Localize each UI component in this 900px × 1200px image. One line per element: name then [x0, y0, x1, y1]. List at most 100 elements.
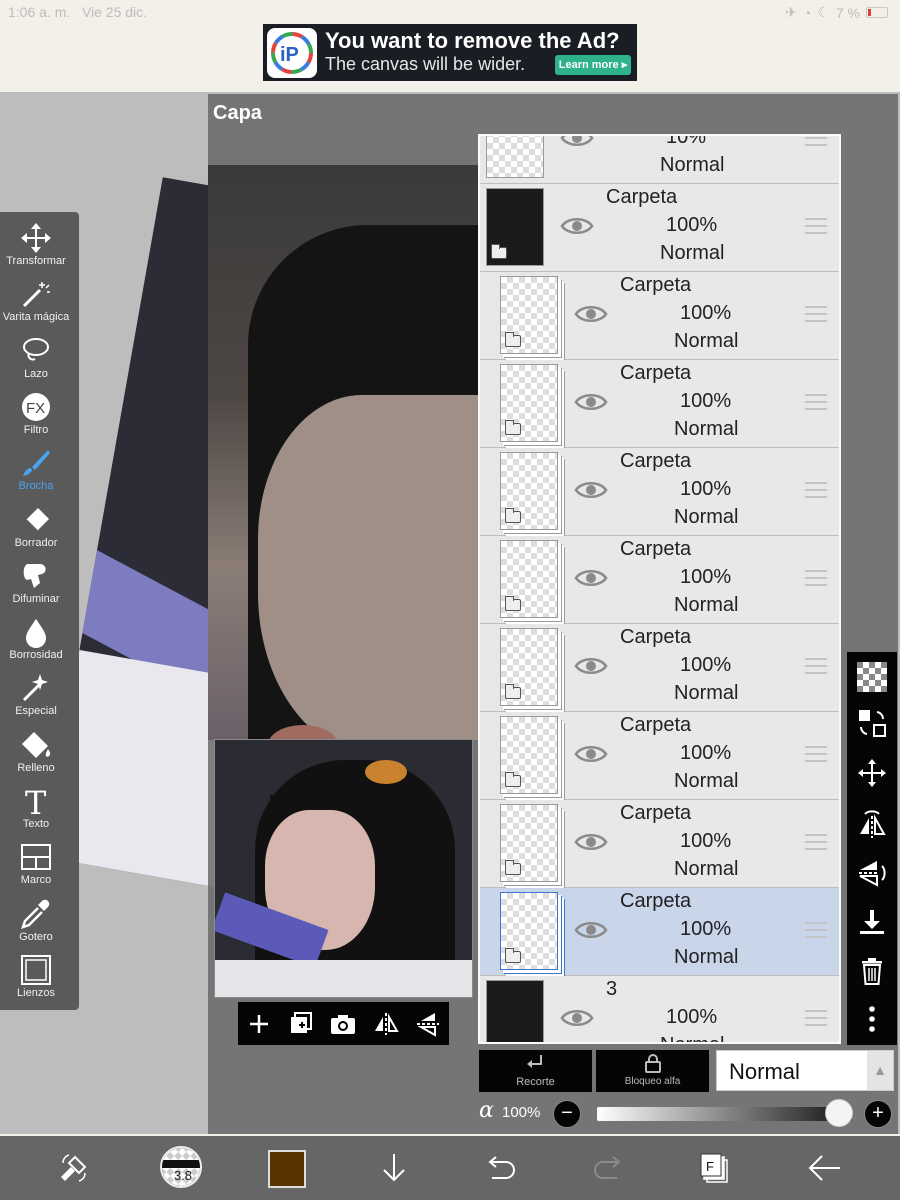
flip-horizontal-button[interactable] — [371, 1009, 401, 1039]
tool-magic-wand[interactable]: Varita mágica — [0, 274, 72, 330]
tool-eyedropper[interactable]: Gotero — [0, 894, 72, 950]
opacity-decrease-button[interactable]: − — [553, 1100, 581, 1128]
canvas-thumbnail-preview[interactable]: @pomi_x.d — [214, 739, 473, 998]
drag-handle-icon[interactable] — [805, 834, 827, 850]
canvas-icon — [21, 954, 51, 985]
eye-icon[interactable] — [574, 390, 608, 414]
eye-icon[interactable] — [574, 918, 608, 942]
blend-mode-select[interactable]: Normal ▲ — [716, 1050, 894, 1091]
eraser-icon — [25, 507, 49, 532]
drag-handle-icon[interactable] — [805, 482, 827, 498]
layer-list[interactable]: 10% Normal Carpeta 100% Normal Carpeta 100% Nor… — [478, 134, 841, 1044]
eye-icon[interactable] — [574, 566, 608, 590]
drag-handle-icon[interactable] — [805, 306, 827, 322]
drag-handle-icon[interactable] — [805, 922, 827, 938]
tool-eraser[interactable]: Borrador — [0, 500, 72, 556]
special-icon — [22, 674, 48, 702]
flip-layer-vertical-button[interactable] — [855, 856, 889, 890]
transparent-fill-button[interactable] — [855, 660, 889, 694]
tool-fx[interactable]: FX Filtro — [0, 387, 72, 443]
layer-blend-mode: Normal — [674, 682, 739, 704]
clipping-button[interactable]: Recorte — [479, 1050, 592, 1092]
tool-fill[interactable]: Relleno — [0, 725, 72, 781]
tool-text[interactable]: T Texto — [0, 781, 72, 837]
eye-icon[interactable] — [574, 742, 608, 766]
more-options-button[interactable] — [855, 1002, 889, 1036]
eye-icon[interactable] — [560, 1006, 594, 1030]
swap-layer-button[interactable] — [855, 706, 889, 740]
delete-layer-button[interactable] — [855, 954, 889, 988]
back-button[interactable] — [804, 1148, 844, 1188]
alpha-lock-button[interactable]: Bloqueo alfa — [596, 1050, 709, 1092]
drag-handle-icon[interactable] — [805, 136, 827, 146]
folder-icon — [491, 244, 507, 259]
tool-blur-drop[interactable]: Borrosidad — [0, 612, 72, 668]
eye-icon[interactable] — [560, 214, 594, 238]
layer-blend-mode: Normal — [674, 946, 739, 968]
battery-icon — [866, 7, 888, 18]
layer-blend-mode: Normal — [674, 506, 739, 528]
layer-row[interactable]: Carpeta 100% Normal — [480, 272, 839, 360]
layer-row[interactable]: 10% Normal — [480, 134, 839, 184]
layer-side-toolbar — [847, 652, 897, 1045]
camera-button[interactable] — [328, 1009, 358, 1039]
tool-label: Marco — [20, 874, 52, 887]
brush-size-button[interactable]: 3.8 — [160, 1146, 202, 1188]
eye-icon[interactable] — [574, 654, 608, 678]
layers-button[interactable]: F — [695, 1148, 735, 1188]
layer-opacity: 100% — [680, 478, 732, 500]
tool-switch-button[interactable] — [54, 1148, 94, 1188]
eye-icon[interactable] — [574, 302, 608, 326]
flip-layer-horizontal-button[interactable] — [855, 806, 889, 840]
eye-icon[interactable] — [574, 830, 608, 854]
layer-row-selected[interactable]: Carpeta 100% Normal — [480, 888, 839, 976]
svg-text:iP: iP — [280, 44, 299, 66]
add-layer-button[interactable] — [244, 1009, 274, 1039]
tool-smudge[interactable]: Difuminar — [0, 556, 72, 612]
tool-special[interactable]: Especial — [0, 668, 72, 724]
layer-row[interactable]: Carpeta 100% Normal — [480, 712, 839, 800]
flip-layer-vertical-icon — [859, 861, 886, 887]
layer-down-button[interactable] — [374, 1148, 414, 1188]
layer-row[interactable]: Carpeta 100% Normal — [480, 536, 839, 624]
tool-lasso[interactable]: Lazo — [0, 331, 72, 387]
ad-subline: The canvas will be wider. — [325, 54, 526, 74]
tool-move[interactable]: Transformar — [0, 218, 72, 274]
drag-handle-icon[interactable] — [805, 746, 827, 762]
eye-icon[interactable] — [560, 134, 594, 150]
layer-row[interactable]: Carpeta 100% Normal — [480, 624, 839, 712]
duplicate-layer-button[interactable] — [286, 1009, 316, 1039]
layer-row[interactable]: Carpeta 100% Normal — [480, 448, 839, 536]
drag-handle-icon[interactable] — [805, 1010, 827, 1026]
layer-name: Carpeta — [620, 626, 692, 648]
drag-handle-icon[interactable] — [805, 218, 827, 234]
svg-text:FX: FX — [26, 400, 45, 417]
opacity-slider[interactable] — [597, 1107, 852, 1121]
tool-label: Relleno — [17, 761, 55, 774]
layer-blend-mode: Normal — [660, 154, 725, 176]
tool-brush[interactable]: Brocha — [0, 443, 72, 499]
canvas-portrait-zoom[interactable] — [208, 165, 478, 740]
layer-row[interactable]: Carpeta 100% Normal — [480, 184, 839, 272]
folder-icon — [505, 948, 521, 963]
layer-row[interactable]: Carpeta 100% Normal — [480, 360, 839, 448]
opacity-slider-knob[interactable] — [825, 1099, 853, 1127]
ad-banner[interactable]: iP You want to remove the Ad? The canvas… — [263, 24, 637, 81]
color-swatch-button[interactable] — [268, 1150, 306, 1188]
opacity-increase-button[interactable]: + — [864, 1100, 892, 1128]
drag-handle-icon[interactable] — [805, 394, 827, 410]
layer-row[interactable]: Carpeta 100% Normal — [480, 800, 839, 888]
drag-handle-icon[interactable] — [805, 570, 827, 586]
flip-vertical-button[interactable] — [413, 1009, 443, 1039]
move-layer-button[interactable] — [855, 756, 889, 790]
learn-more-button[interactable]: Learn more ▸ — [555, 55, 631, 75]
fill-icon — [22, 731, 51, 758]
merge-down-button[interactable] — [855, 906, 889, 940]
layer-row[interactable]: 3 100% Normal — [480, 976, 839, 1042]
undo-button[interactable] — [481, 1148, 521, 1188]
tool-frame[interactable]: Marco — [0, 837, 72, 893]
tool-canvas[interactable]: Lienzos — [0, 950, 72, 1006]
redo-button[interactable] — [588, 1148, 628, 1188]
drag-handle-icon[interactable] — [805, 658, 827, 674]
eye-icon[interactable] — [574, 478, 608, 502]
